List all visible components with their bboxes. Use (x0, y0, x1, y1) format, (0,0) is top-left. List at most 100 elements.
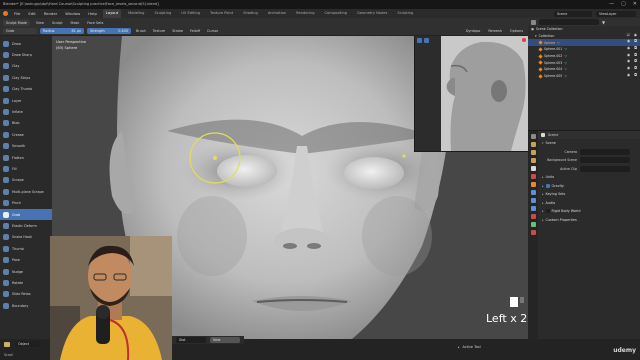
tab-rendering[interactable]: Rendering (293, 9, 317, 18)
panel-editor-icon[interactable] (417, 38, 422, 43)
background-scene-field[interactable] (580, 157, 630, 164)
menu-face-sets[interactable]: Face Sets (85, 21, 105, 25)
modifiers-tab-icon[interactable] (530, 190, 536, 195)
render-camera-icon[interactable]: ◘ (634, 66, 637, 70)
dropdown-texture[interactable]: Texture (151, 29, 167, 33)
material-tab-icon[interactable] (530, 230, 536, 235)
active-tool-panel[interactable]: ▸ Active Tool (458, 344, 481, 350)
visibility-eye-icon[interactable]: ◉ (627, 59, 630, 63)
outliner-item-sphere-003[interactable]: Sphere.003 ▽ ◉ ◘ (528, 59, 640, 66)
slot-dropdown[interactable]: Slot (176, 337, 206, 343)
tab-shading[interactable]: Shading (240, 9, 261, 18)
section-audio[interactable]: ▸ Audio (538, 199, 640, 208)
view-layer-selector[interactable]: ViewLayer (596, 10, 636, 17)
outliner-item-sphere-002[interactable]: Sphere.002 ▽ ◉ ◘ (528, 53, 640, 60)
menu-sculpt[interactable]: Sculpt (50, 21, 65, 25)
outliner-item-sphere[interactable]: Sphere ▽ ◉ ◘ (528, 39, 640, 47)
tool-tab-icon[interactable] (530, 134, 536, 139)
tool-clay[interactable]: Clay (0, 61, 52, 72)
tool-pose[interactable]: Pose (0, 254, 52, 265)
blender-logo-icon[interactable] (3, 11, 8, 16)
dyntopo-toggle[interactable]: Dyntopo (464, 29, 482, 33)
outliner-item-sphere-004[interactable]: Sphere.004 ▽ ◉ ◘ (528, 66, 640, 73)
section-scene[interactable]: ▾ Scene (538, 139, 640, 148)
tool-snake-hook[interactable]: Snake Hook (0, 232, 52, 243)
tab-animation[interactable]: Animation (265, 9, 289, 18)
tool-thumb[interactable]: Thumb (0, 243, 52, 254)
render-camera-icon[interactable]: ◘ (634, 39, 637, 43)
section-custom-properties[interactable]: ▸ Custom Properties (538, 216, 640, 225)
output-tab-icon[interactable] (530, 150, 536, 155)
tool-clay-strips[interactable]: Clay Strips (0, 72, 52, 83)
outliner-collection[interactable]: ▾ Collection ☑ ◉ (528, 33, 640, 40)
tab-texture-paint[interactable]: Texture Paint (207, 9, 236, 18)
tool-smooth[interactable]: Smooth (0, 141, 52, 152)
outliner-item-sphere-005[interactable]: Sphere.005 ▽ ◉ ◘ (528, 73, 640, 80)
world-tab-icon[interactable] (530, 174, 536, 179)
tool-crease[interactable]: Crease (0, 129, 52, 140)
tool-flatten[interactable]: Flatten (0, 152, 52, 163)
tool-inflate[interactable]: Inflate (0, 106, 52, 117)
tool-slide-relax[interactable]: Slide Relax (0, 289, 52, 300)
outliner-scene-collection[interactable]: ▣ Scene Collection (528, 26, 640, 33)
rigid-body-checkbox[interactable] (545, 209, 550, 214)
visibility-eye-icon[interactable]: ◉ (627, 39, 630, 43)
tool-rotate[interactable]: Rotate (0, 277, 52, 288)
tab-layout[interactable]: Layout (102, 9, 122, 18)
filter-icon[interactable]: ▼ (602, 20, 605, 25)
visibility-eye-icon[interactable]: ◉ (627, 73, 630, 77)
menu-edit[interactable]: Edit (26, 11, 37, 16)
brush-selector[interactable]: Grab (3, 28, 37, 34)
menu-window[interactable]: Window (63, 11, 82, 16)
object-tab-icon[interactable] (530, 182, 536, 187)
tool-boundary[interactable]: Boundary (0, 300, 52, 311)
tool-layer[interactable]: Layer (0, 95, 52, 106)
render-camera-icon[interactable]: ◘ (634, 73, 637, 77)
tool-fill[interactable]: Fill (0, 163, 52, 174)
mode-selector[interactable]: Sculpt Mode (3, 20, 30, 26)
options-dropdown[interactable]: Options (508, 29, 525, 33)
tab-sculpting[interactable]: Sculpting (151, 9, 174, 18)
section-units[interactable]: ▸ Units (538, 173, 640, 182)
menu-help[interactable]: Help (86, 11, 99, 16)
tab-compositing[interactable]: Compositing (322, 9, 351, 18)
menu-mask[interactable]: Mask (69, 21, 82, 25)
section-rigid-body-world[interactable]: ▸ Rigid Body World (538, 207, 640, 216)
outliner-item-sphere-001[interactable]: Sphere.001 ▽ ◉ ◘ (528, 46, 640, 53)
section-keying-sets[interactable]: ▸ Keying Sets (538, 190, 640, 199)
menu-view[interactable]: View (34, 21, 46, 25)
tool-nudge[interactable]: Nudge (0, 266, 52, 277)
tab-modeling[interactable]: Modeling (125, 9, 147, 18)
render-camera-icon[interactable]: ◘ (634, 59, 637, 63)
reference-image-panel[interactable] (414, 36, 529, 152)
radius-slider[interactable]: Radius 61 px (40, 28, 84, 34)
menu-render[interactable]: Render (42, 11, 60, 16)
render-tab-icon[interactable] (530, 142, 536, 147)
visibility-eye-icon[interactable]: ◉ (627, 53, 630, 57)
visibility-eye-icon[interactable]: ◉ (634, 33, 637, 37)
scene-selector[interactable]: Scene (554, 10, 592, 17)
camera-field[interactable] (580, 148, 630, 155)
data-tab-icon[interactable] (530, 222, 536, 227)
exclude-checkbox-icon[interactable]: ☑ (627, 33, 630, 37)
strength-slider[interactable]: Strength 0.400 (87, 28, 131, 34)
panel-view-icon[interactable] (424, 38, 429, 43)
visibility-eye-icon[interactable]: ◉ (627, 46, 630, 50)
tool-elastic-deform[interactable]: Elastic Deform (0, 220, 52, 231)
active-clip-field[interactable] (580, 165, 630, 172)
remesh-dropdown[interactable]: Remesh (486, 29, 504, 33)
scene-tab-icon[interactable] (530, 166, 536, 171)
minimize-icon[interactable]: — (609, 0, 614, 9)
render-camera-icon[interactable]: ◘ (634, 46, 637, 50)
constraints-tab-icon[interactable] (530, 214, 536, 219)
tab-scripting[interactable]: Scripting (394, 9, 416, 18)
tool-clay-thumb[interactable]: Clay Thumb (0, 84, 52, 95)
tab-geometry-nodes[interactable]: Geometry Nodes (354, 9, 390, 18)
outliner-search[interactable] (539, 19, 599, 25)
close-icon[interactable]: ✕ (633, 0, 637, 9)
dropdown-brush[interactable]: Brush (134, 29, 148, 33)
tool-draw[interactable]: Draw (0, 38, 52, 49)
dropdown-falloff[interactable]: Falloff (188, 29, 202, 33)
render-camera-icon[interactable]: ◘ (634, 53, 637, 57)
physics-tab-icon[interactable] (530, 206, 536, 211)
